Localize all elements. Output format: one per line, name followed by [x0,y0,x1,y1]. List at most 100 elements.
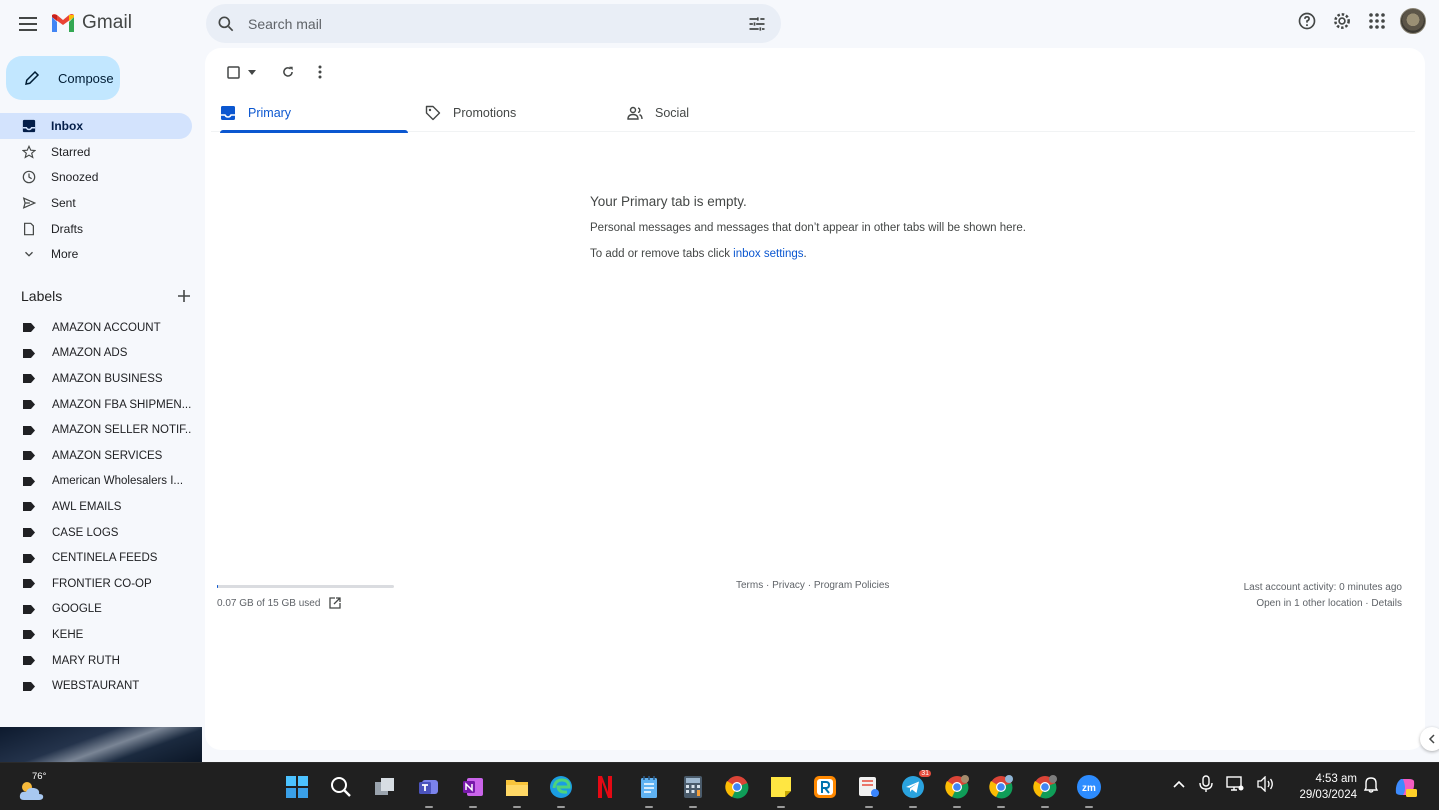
select-dropdown-icon[interactable] [247,60,257,84]
category-tabs: Primary Promotions Social [211,93,1415,133]
label-name: AMAZON SELLER NOTIF... [52,424,192,437]
label-item[interactable]: AMAZON SELLER NOTIF... [0,417,192,443]
telegram-icon[interactable]: 31 [897,770,931,808]
sidebar-item-label: More [51,247,79,262]
chrome-icon[interactable] [721,773,753,801]
label-name: CASE LOGS [52,526,119,539]
running-indicator [1085,806,1093,808]
sticky-notes-icon[interactable] [765,773,797,808]
refresh-icon[interactable] [272,60,304,84]
tab-social[interactable]: Social [627,93,689,132]
search-options-icon[interactable] [747,14,767,34]
help-icon[interactable] [1295,9,1319,33]
tab-promotions[interactable]: Promotions [425,93,516,132]
running-indicator [645,806,653,808]
label-name: AMAZON ADS [52,347,128,360]
label-tag-icon [23,604,35,614]
empty-hint: To add or remove tabs click inbox settin… [590,248,1026,260]
tag-icon [425,105,441,120]
chrome-profile-1-icon[interactable] [941,773,973,808]
side-panel-toggle[interactable] [1420,727,1439,751]
open-external-icon[interactable] [329,597,342,609]
label-tag-icon [23,348,35,358]
label-item[interactable]: KEHE [0,622,192,648]
running-indicator [997,806,1005,808]
label-item[interactable]: GOOGLE [0,597,192,623]
system-clock[interactable]: 4:53 am 29/03/2024 [1291,771,1357,803]
network-icon[interactable] [1226,776,1244,792]
compose-button[interactable]: Compose [6,56,120,100]
netflix-icon[interactable] [589,773,621,801]
sidebar-item-inbox[interactable]: Inbox [0,113,192,139]
inbox-icon [221,105,235,120]
video-thumbnail-overlay[interactable] [0,727,202,762]
sidebar-item-snoozed[interactable]: Snoozed [0,164,192,190]
chrome-profile-2-icon[interactable] [985,773,1017,808]
sidebar-item-sent[interactable]: Sent [0,190,192,216]
weather-widget[interactable]: 76° [18,771,46,801]
search-icon[interactable] [216,14,236,34]
edge-icon[interactable] [545,773,577,808]
onenote-icon[interactable] [457,773,489,808]
notepad-icon[interactable] [633,773,665,808]
volume-icon[interactable] [1257,776,1275,792]
ringcentral-icon[interactable] [809,773,841,801]
gmail-m-icon [52,14,74,32]
labels-title: Labels [21,288,63,304]
sidebar-item-drafts[interactable]: Drafts [0,216,192,242]
apps-grid-icon[interactable] [1365,9,1389,33]
label-item[interactable]: WEBSTAURANT [0,673,192,699]
add-label-icon[interactable] [177,289,191,303]
calculator-icon[interactable] [677,773,709,808]
sidebar-item-more[interactable]: More [0,241,192,267]
microphone-icon[interactable] [1199,775,1213,793]
chrome-profile-3-icon[interactable] [1029,773,1061,808]
settings-gear-icon[interactable] [1330,9,1354,33]
snipping-tool-icon[interactable] [853,773,885,808]
copilot-icon[interactable] [1393,775,1417,799]
search-bar[interactable] [206,4,781,43]
label-item[interactable]: CENTINELA FEEDS [0,545,192,571]
label-item[interactable]: AMAZON SERVICES [0,443,192,469]
running-indicator [1041,806,1049,808]
select-all-checkbox[interactable] [219,60,247,84]
notifications-bell-icon[interactable] [1363,775,1379,793]
account-avatar[interactable] [1400,8,1426,34]
privacy-link[interactable]: Privacy [772,580,805,591]
label-tag-icon [23,656,35,666]
label-tag-icon [23,681,35,691]
footer-links: Terms · Privacy · Program Policies [736,580,889,591]
windows-start-icon[interactable] [281,773,313,801]
terms-link[interactable]: Terms [736,580,763,591]
gmail-logo[interactable]: Gmail [50,12,132,34]
teams-icon[interactable] [413,773,445,808]
more-options-icon[interactable] [304,60,336,84]
other-locations: Open in 1 other location · Details [1244,596,1402,612]
program-policies-link[interactable]: Program Policies [814,580,890,591]
zoom-icon[interactable]: zm [1073,773,1105,808]
label-item[interactable]: AMAZON ADS [0,341,192,367]
sidebar-item-label: Sent [51,195,76,210]
label-item[interactable]: AMAZON ACCOUNT [0,315,192,341]
tab-primary[interactable]: Primary [220,93,409,133]
label-item[interactable]: AMAZON FBA SHIPMEN... [0,392,192,418]
main-menu-icon[interactable] [16,12,40,36]
running-indicator [909,806,917,808]
label-item[interactable]: MARY RUTH [0,648,192,674]
label-item[interactable]: AWL EMAILS [0,494,192,520]
sidebar-item-starred[interactable]: Starred [0,139,192,165]
label-item[interactable]: American Wholesalers I... [0,469,192,495]
inbox-settings-link[interactable]: inbox settings [733,248,803,260]
running-indicator [953,806,961,808]
search-input[interactable] [248,15,747,32]
label-name: AMAZON SERVICES [52,449,163,462]
label-item[interactable]: CASE LOGS [0,520,192,546]
label-item[interactable]: FRONTIER CO-OP [0,571,192,597]
label-item[interactable]: AMAZON BUSINESS [0,366,192,392]
show-hidden-icons-icon[interactable] [1172,779,1186,789]
open-in-text: Open in 1 other location [1256,598,1363,609]
file-explorer-icon[interactable] [501,773,533,808]
taskbar-search-icon[interactable] [325,773,357,801]
task-view-icon[interactable] [369,773,401,801]
details-link[interactable]: Details [1371,598,1402,609]
